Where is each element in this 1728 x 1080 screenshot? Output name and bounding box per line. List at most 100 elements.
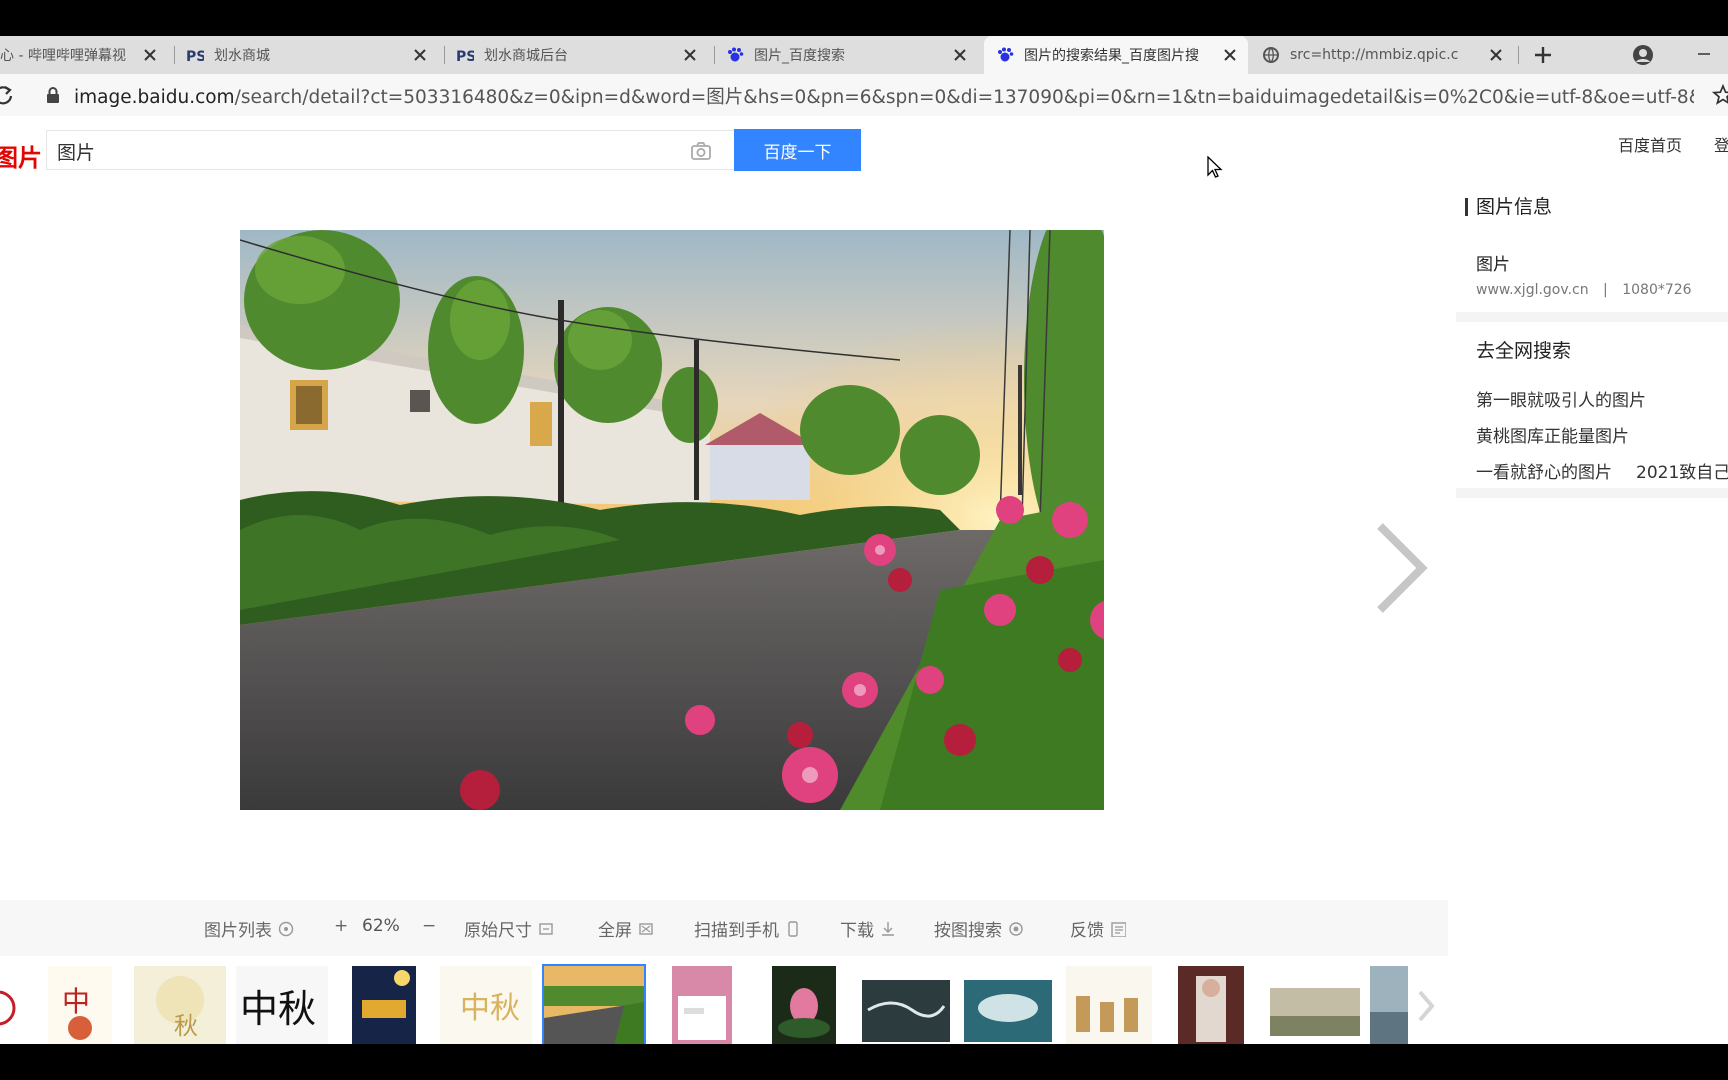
thumbnail[interactable] bbox=[352, 966, 416, 1046]
url-host: image.baidu.com bbox=[74, 87, 235, 108]
resize-icon bbox=[539, 922, 553, 935]
minimize-icon[interactable] bbox=[1694, 44, 1714, 64]
zoom-out-button[interactable]: − bbox=[422, 916, 436, 936]
login-link[interactable]: 登 bbox=[1714, 132, 1728, 156]
svg-text:中秋: 中秋 bbox=[460, 991, 520, 1026]
tab-separator bbox=[174, 46, 175, 64]
tab-separator bbox=[1518, 46, 1519, 64]
meta-separator: | bbox=[1603, 282, 1608, 298]
download-label: 下载 bbox=[840, 921, 874, 941]
thumbnail[interactable]: 中秋 bbox=[440, 966, 532, 1046]
url-path: /search/detail?ct=503316480&z=0&ipn=d&wo… bbox=[234, 87, 1694, 108]
close-icon[interactable] bbox=[950, 45, 970, 65]
thumbnail[interactable]: 秋 bbox=[134, 966, 226, 1046]
thumbnail[interactable] bbox=[964, 966, 1052, 1046]
thumbnail[interactable] bbox=[672, 966, 732, 1046]
web-search-card: 去全网搜索 第一眼就吸引人的图片 黄桃图库正能量图片 一看就舒心的图片 2021… bbox=[1456, 322, 1728, 498]
mouse-cursor-icon bbox=[1206, 155, 1224, 180]
search-box bbox=[46, 130, 734, 170]
image-toolbar: 图片列表 + 62% − 原始尺寸 全屏 扫描到手机 下载 按图搜索 反馈 bbox=[0, 900, 1448, 956]
feedback-button[interactable]: 反馈 bbox=[1070, 916, 1126, 941]
tab-title: 图片_百度搜索 bbox=[754, 48, 845, 64]
baidu-paw-icon bbox=[726, 46, 744, 64]
globe-icon bbox=[1262, 46, 1280, 64]
address-bar: image.baidu.com/search/detail?ct=5033164… bbox=[0, 74, 1728, 116]
thumbnail[interactable]: 中 bbox=[48, 966, 112, 1046]
info-panel: 图片信息 图片 www.xjgl.gov.cn | 1080*726 去全网搜索… bbox=[1456, 186, 1728, 498]
new-tab-button[interactable] bbox=[1528, 40, 1558, 70]
download-icon bbox=[882, 921, 894, 936]
heading-bar bbox=[1465, 198, 1468, 216]
svg-text:秋: 秋 bbox=[174, 1012, 198, 1040]
scan-to-phone-label: 扫描到手机 bbox=[694, 921, 779, 941]
url-field[interactable]: image.baidu.com/search/detail?ct=5033164… bbox=[74, 83, 1694, 109]
related-search-link[interactable]: 黄桃图库正能量图片 bbox=[1476, 422, 1629, 447]
image-viewer: 图片列表 + 62% − 原始尺寸 全屏 扫描到手机 下载 按图搜索 反馈 中 … bbox=[0, 186, 1448, 1048]
thumbnail-selected[interactable] bbox=[542, 964, 646, 1048]
tab-separator bbox=[714, 46, 715, 64]
thumbnails-next-arrow-icon[interactable] bbox=[1414, 966, 1438, 1046]
thumbnail[interactable] bbox=[1066, 966, 1152, 1046]
thumbnail[interactable] bbox=[1270, 966, 1360, 1046]
ps-icon: PS bbox=[456, 46, 474, 64]
close-icon[interactable] bbox=[410, 45, 430, 65]
thumbnail[interactable] bbox=[1370, 966, 1408, 1046]
search-button[interactable]: 百度一下 bbox=[734, 129, 861, 171]
search-input[interactable] bbox=[57, 137, 657, 165]
thumbnail[interactable] bbox=[0, 966, 18, 1046]
close-icon[interactable] bbox=[1486, 45, 1506, 65]
tab-title: 图片的搜索结果_百度图片搜 bbox=[1024, 48, 1199, 64]
baidu-home-link[interactable]: 百度首页 bbox=[1618, 132, 1682, 156]
tab-mmbiz-image[interactable]: src=http://mmbiz.qpic.c bbox=[1262, 36, 1514, 74]
baidu-paw-icon bbox=[996, 46, 1014, 64]
reload-icon[interactable] bbox=[0, 84, 14, 106]
tab-bilibili[interactable]: 心 - 哔哩哔哩弹幕视 bbox=[0, 36, 168, 74]
zoom-in-button[interactable]: + bbox=[334, 916, 348, 936]
related-search-link[interactable]: 2021致自己 bbox=[1636, 458, 1728, 483]
baidu-image-detail-page: 图片 百度一下 百度首页 登 bbox=[0, 116, 1728, 1048]
search-by-image-button[interactable]: 按图搜索 bbox=[934, 916, 1024, 941]
tab-huashui-mall[interactable]: PS 划水商城 bbox=[186, 36, 438, 74]
tab-strip: 心 - 哔哩哔哩弹幕视 PS 划水商城 PS 划水商城后台 图片_百度搜索 图片… bbox=[0, 36, 1728, 74]
tab-image-results[interactable]: 图片的搜索结果_百度图片搜 bbox=[984, 36, 1248, 74]
svg-text:PS: PS bbox=[456, 49, 474, 64]
svg-text:中: 中 bbox=[62, 985, 90, 1018]
feedback-icon bbox=[1111, 921, 1126, 937]
fullscreen-button[interactable]: 全屏 bbox=[598, 916, 654, 941]
image-source[interactable]: www.xjgl.gov.cn bbox=[1476, 282, 1589, 298]
camera-icon[interactable] bbox=[689, 139, 713, 163]
tab-title: 划水商城后台 bbox=[484, 48, 568, 64]
close-icon[interactable] bbox=[680, 45, 700, 65]
ps-icon: PS bbox=[186, 46, 204, 64]
image-title: 图片 bbox=[1476, 255, 1510, 275]
thumbnail-strip: 中 秋 中秋 中秋 bbox=[0, 956, 1448, 1048]
related-search-link[interactable]: 一看就舒心的图片 bbox=[1476, 458, 1612, 483]
thumbnail[interactable]: 中秋 bbox=[236, 966, 328, 1046]
image-list-button[interactable]: 图片列表 bbox=[204, 916, 294, 941]
related-search-link[interactable]: 第一眼就吸引人的图片 bbox=[1476, 386, 1646, 411]
bookmark-star-icon[interactable] bbox=[1711, 83, 1728, 106]
web-search-heading: 去全网搜索 bbox=[1476, 340, 1572, 362]
next-image-arrow-icon[interactable] bbox=[1372, 520, 1432, 616]
download-button[interactable]: 下载 bbox=[840, 916, 896, 941]
main-photo[interactable] bbox=[240, 230, 1104, 810]
profile-icon[interactable] bbox=[1632, 44, 1654, 66]
thumbnail[interactable] bbox=[772, 966, 836, 1046]
original-size-button[interactable]: 原始尺寸 bbox=[464, 916, 554, 941]
thumbnail[interactable] bbox=[862, 966, 950, 1046]
feedback-label: 反馈 bbox=[1070, 921, 1104, 941]
original-size-label: 原始尺寸 bbox=[464, 921, 532, 941]
image-info-heading: 图片信息 bbox=[1476, 196, 1553, 218]
tab-huashui-admin[interactable]: PS 划水商城后台 bbox=[456, 36, 708, 74]
scan-to-phone-button[interactable]: 扫描到手机 bbox=[694, 916, 801, 941]
thumbnail[interactable] bbox=[1178, 966, 1244, 1046]
baidu-image-logo[interactable]: 图片 bbox=[0, 138, 42, 173]
svg-text:中秋: 中秋 bbox=[240, 987, 316, 1031]
screen-bottom-bar bbox=[0, 1044, 1728, 1080]
lock-icon[interactable] bbox=[46, 87, 60, 103]
zoom-level: 62% bbox=[362, 916, 400, 936]
image-size: 1080*726 bbox=[1622, 282, 1692, 298]
close-icon[interactable] bbox=[140, 45, 160, 65]
tab-baidu-search[interactable]: 图片_百度搜索 bbox=[726, 36, 978, 74]
close-icon[interactable] bbox=[1220, 45, 1240, 65]
